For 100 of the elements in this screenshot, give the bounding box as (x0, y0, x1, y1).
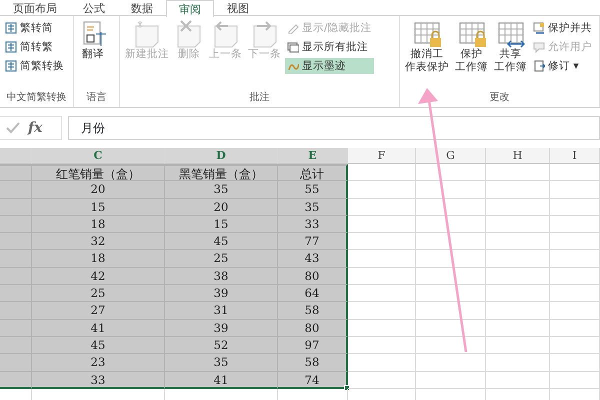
table-cell (550, 164, 600, 182)
table-cell (416, 233, 486, 250)
table-cell (486, 320, 550, 337)
table-cell: 25 (165, 250, 278, 268)
table-cell (550, 181, 600, 199)
table-cell (486, 372, 550, 389)
table-cell (486, 216, 550, 234)
pencil-icon (287, 22, 299, 34)
table-cell (348, 354, 416, 372)
group-label: 中文简繁转换 (6, 91, 68, 105)
note-icon (133, 20, 161, 48)
table-cell: 45 (32, 336, 165, 354)
table-cell: 31 (165, 302, 278, 320)
ribbon-tab[interactable]: 公式 (70, 0, 118, 15)
table-cell (416, 320, 486, 337)
table-cell (348, 285, 416, 302)
ribbon-button[interactable]: 简转繁 (3, 39, 66, 55)
table-cell: 77 (278, 233, 348, 250)
table-cell: 80 (278, 320, 348, 337)
table-cell (416, 336, 486, 354)
table-cell (348, 336, 416, 354)
table-cell: 18 (32, 250, 165, 268)
ribbon-button[interactable]: 修订 ▾ (531, 58, 594, 74)
table-cell (550, 354, 600, 372)
column-header[interactable]: G (416, 148, 486, 164)
table-cell (486, 302, 550, 320)
table-cell (486, 354, 550, 372)
table-cell (348, 164, 416, 182)
table-cell (550, 216, 600, 234)
table-cell (486, 181, 550, 199)
table-cell: 33 (32, 372, 165, 389)
table-cell (486, 268, 550, 286)
table-cell: 27 (32, 302, 165, 320)
ribbon-tab[interactable]: 数据 (118, 0, 166, 15)
column-header[interactable]: I (550, 148, 600, 164)
column-header[interactable]: E (278, 148, 348, 164)
ribbon-tab[interactable]: 审阅 (166, 0, 214, 17)
table-cell: 80 (278, 268, 348, 286)
table-cell: 33 (278, 216, 348, 234)
table-cell (486, 336, 550, 354)
ribbon-button[interactable]: 显示所有批注 (285, 39, 374, 55)
group-label: 语言 (86, 91, 108, 105)
table-cell (348, 302, 416, 320)
table-cell: 58 (278, 302, 348, 320)
ribbon-button[interactable]: 繁转简 (3, 20, 66, 36)
table-cell: 55 (278, 181, 348, 199)
ribbon-button[interactable]: 撤消工 作表保护 (403, 18, 451, 76)
ribbon-tab[interactable]: 视图 (214, 0, 262, 15)
table-cell: 15 (165, 216, 278, 234)
column-header[interactable]: D (165, 148, 278, 164)
ribbon-button[interactable]: 显示墨迹 (285, 58, 374, 74)
ribbon-button[interactable]: 保护并共 (531, 20, 594, 36)
table-cell (416, 372, 486, 389)
table-cell (486, 285, 550, 302)
table-cell: 15 (32, 198, 165, 216)
grid-arrows-icon (496, 20, 524, 48)
table-cell: 20 (32, 181, 165, 199)
fill-handle[interactable] (344, 384, 350, 391)
ribbon-button[interactable]: 共享 工作簿 (492, 18, 529, 76)
column-header[interactable]: H (486, 148, 550, 164)
table-cell (416, 181, 486, 199)
table-cell (0, 164, 32, 182)
table-cell: 74 (278, 372, 348, 389)
table-cell: 58 (278, 354, 348, 372)
character-icon (5, 60, 17, 72)
group-label: 更改 (488, 91, 510, 105)
table-cell: 35 (165, 181, 278, 199)
ribbon-button[interactable]: 翻译 (77, 18, 109, 63)
column-header[interactable] (0, 148, 32, 164)
column-heading-cell: 红笔销量（盒） (32, 164, 165, 182)
table-cell (348, 250, 416, 268)
notes-icon (287, 41, 299, 53)
column-header[interactable]: C (32, 148, 165, 164)
table-cell (348, 198, 416, 216)
table-cell (486, 233, 550, 250)
table-cell: 42 (32, 268, 165, 286)
table-cell (486, 198, 550, 216)
ribbon-button[interactable]: 保护 工作簿 (453, 18, 490, 76)
column-heading-cell: 总计 (278, 164, 348, 182)
table-cell (416, 354, 486, 372)
table-cell (550, 268, 600, 286)
table-cell: 97 (278, 336, 348, 354)
table-cell: 38 (165, 268, 278, 286)
column-header[interactable]: F (348, 148, 416, 164)
table-cell (416, 198, 486, 216)
table-cell (348, 233, 416, 250)
check-icon[interactable] (6, 122, 20, 134)
table-cell: 39 (165, 320, 278, 337)
note-right-arrow-icon (250, 20, 278, 48)
table-cell (416, 216, 486, 234)
ribbon-button[interactable]: 简繁转换 (3, 58, 66, 74)
formula-input-field[interactable]: 月份 (68, 116, 600, 140)
table-cell (486, 250, 550, 268)
table-cell: 18 (32, 216, 165, 234)
table-cell (416, 250, 486, 268)
table-cell: 35 (165, 354, 278, 372)
ribbon-tab[interactable]: 页面布局 (0, 0, 70, 15)
table-cell (348, 268, 416, 286)
table-cell: 35 (278, 198, 348, 216)
table-cell: 41 (165, 372, 278, 389)
